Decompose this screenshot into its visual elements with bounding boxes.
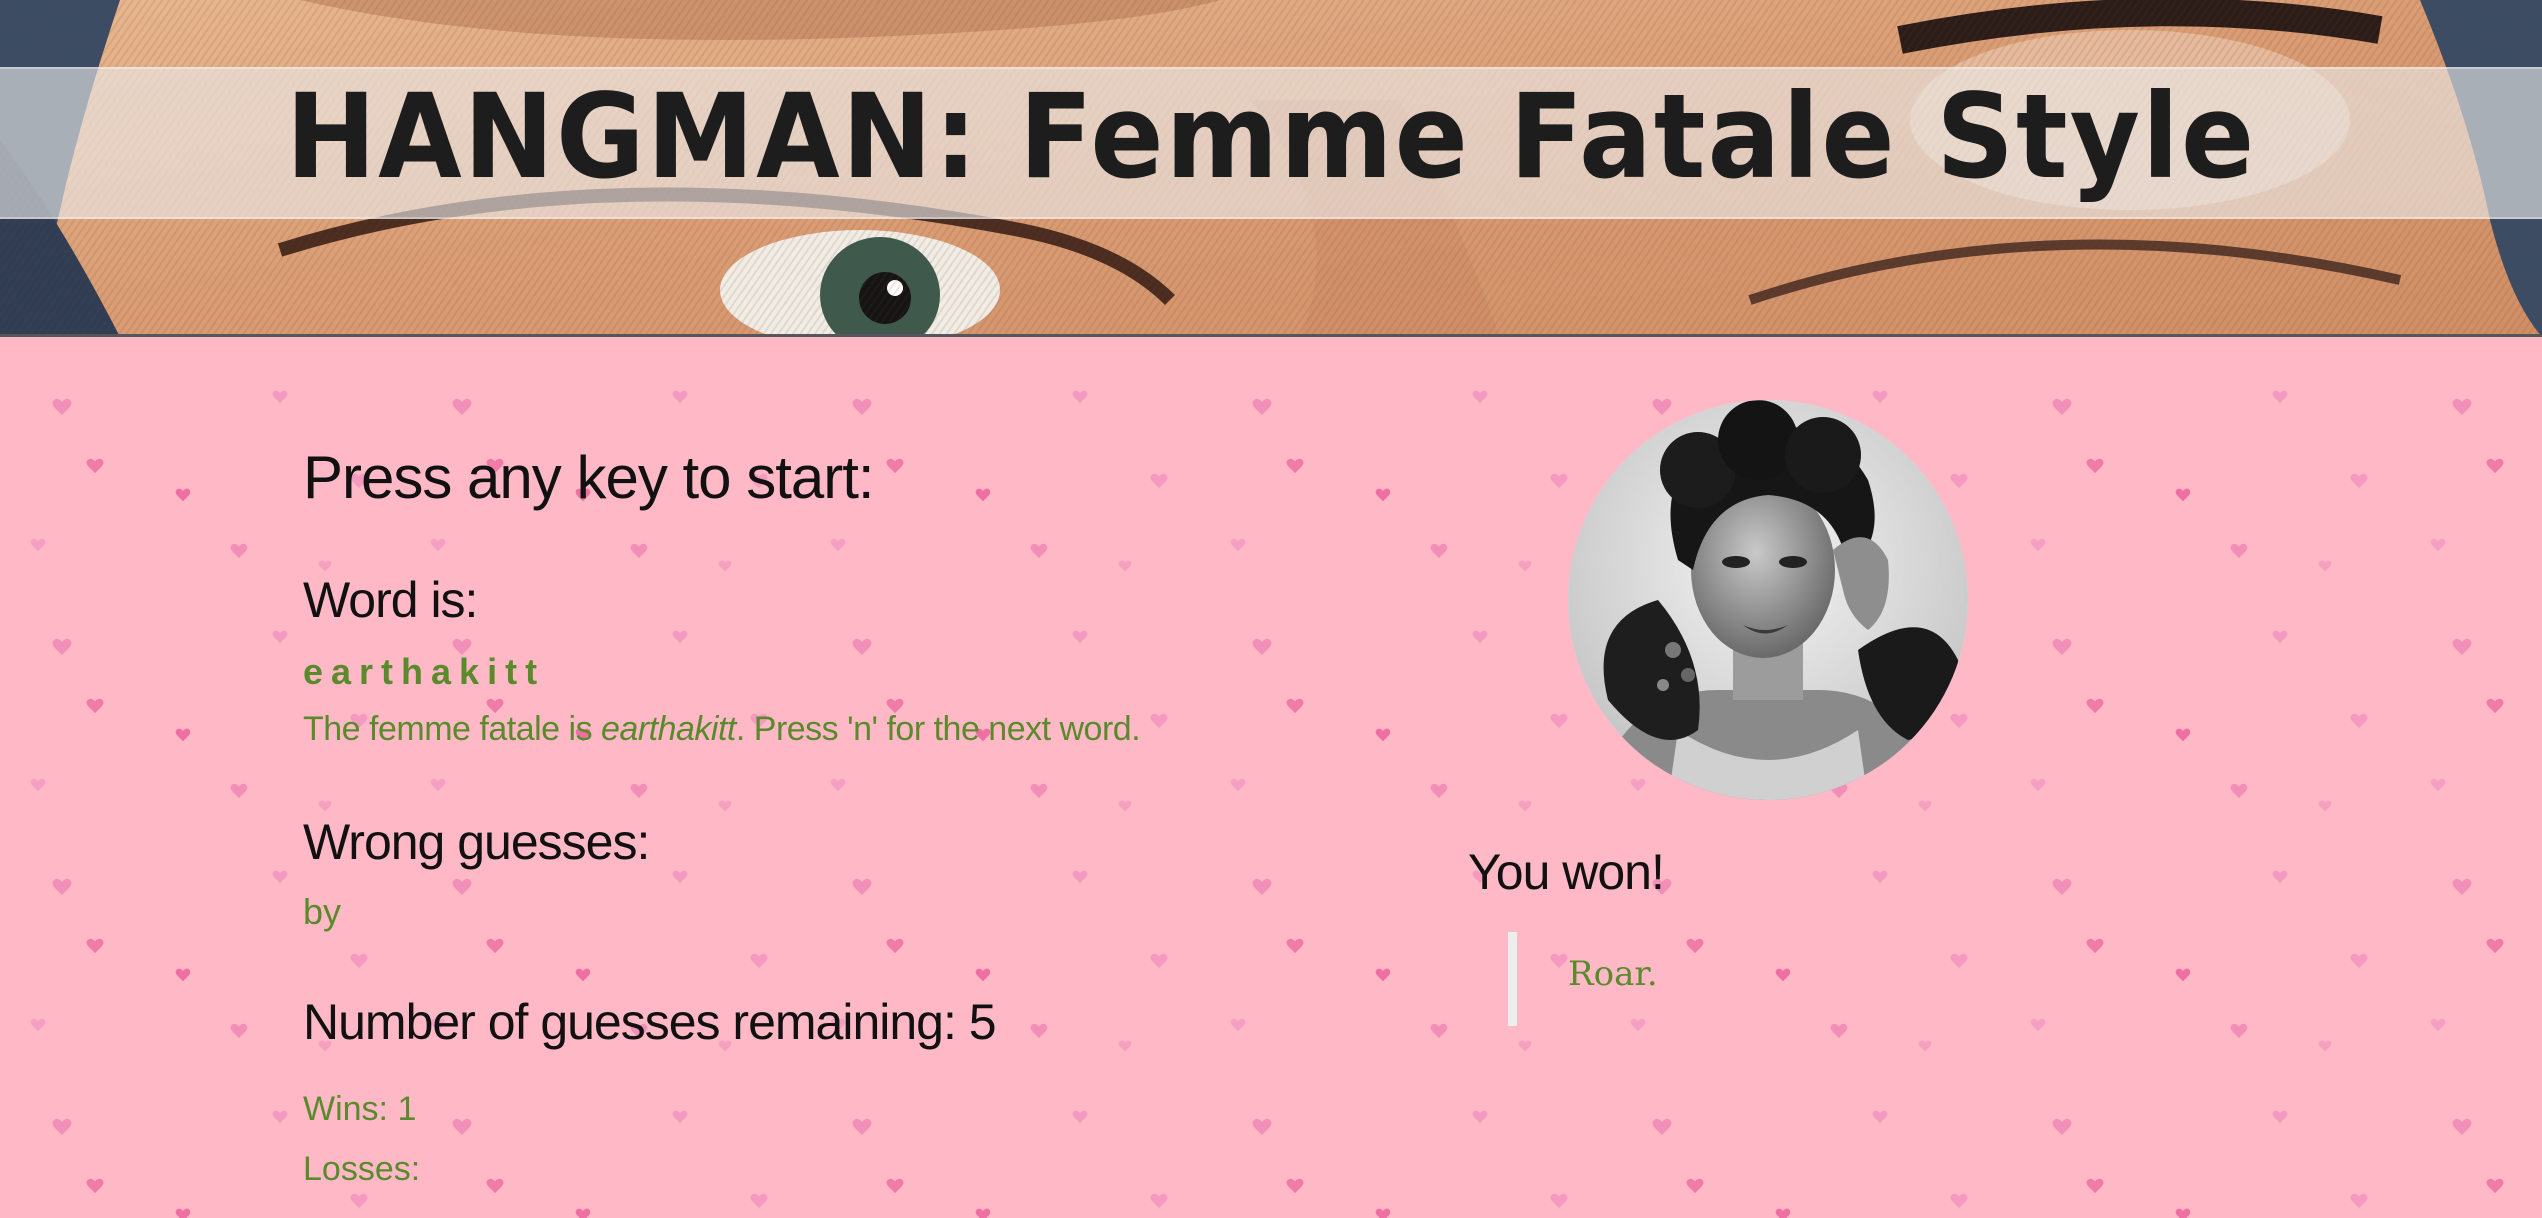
header-banner: HANGMAN: Femme Fatale Style xyxy=(0,0,2542,337)
femme-fatale-portrait xyxy=(1568,400,1968,800)
start-prompt: Press any key to start: xyxy=(303,444,875,511)
header-divider xyxy=(0,334,2542,337)
wrong-guesses-list: by xyxy=(303,891,342,932)
word-heading: Word is: xyxy=(303,572,478,628)
wrong-guesses-heading: Wrong guesses: xyxy=(303,814,650,870)
reveal-suffix: . Press 'n' for the next word. xyxy=(735,710,1141,748)
game-area: Press any key to start: Word is: earthak… xyxy=(0,338,2542,1218)
word-display: earthakitt xyxy=(303,651,546,692)
portrait-image xyxy=(1568,400,1968,800)
quote-text: Roar. xyxy=(1568,954,1658,994)
reveal-message: The femme fatale is earthakitt. Press 'n… xyxy=(303,710,1141,749)
reveal-prefix: The femme fatale is xyxy=(303,710,602,748)
result-quote: Roar. xyxy=(1508,932,2208,1026)
page-title: HANGMAN: Femme Fatale Style xyxy=(285,69,2257,205)
losses-count: Losses: xyxy=(303,1150,421,1188)
guesses-remaining: Number of guesses remaining: 5 xyxy=(303,994,997,1050)
reveal-name: earthakitt xyxy=(601,710,736,748)
result-heading: You won! xyxy=(1468,844,1665,900)
wins-count: Wins: 1 xyxy=(303,1090,417,1128)
